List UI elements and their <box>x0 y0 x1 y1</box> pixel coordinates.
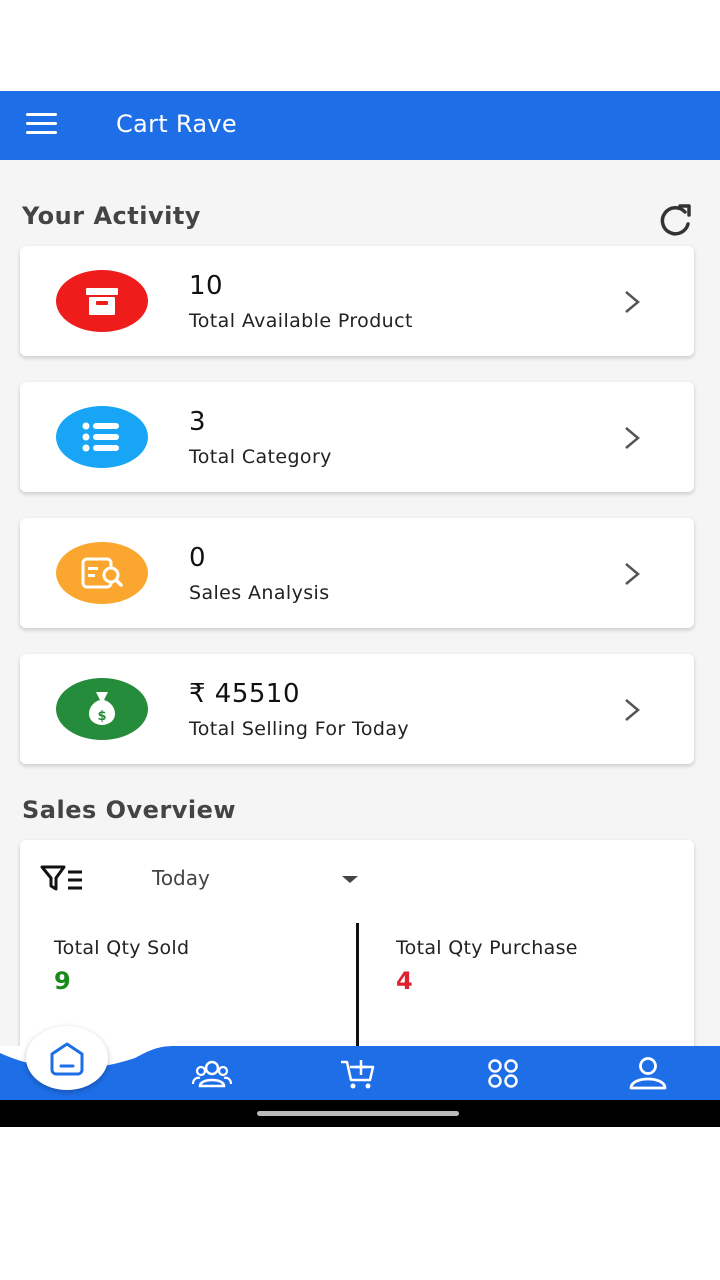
home-indicator[interactable] <box>257 1111 459 1116</box>
app-title: Cart Rave <box>116 110 237 138</box>
card-value: 3 <box>189 407 207 437</box>
stat-value-purchase: 4 <box>396 967 413 995</box>
card-value: 10 <box>189 271 224 301</box>
card-value: 0 <box>189 543 207 573</box>
filter-list-icon[interactable] <box>40 864 86 894</box>
chevron-right-icon <box>625 699 640 721</box>
users-icon[interactable] <box>192 1056 232 1090</box>
card-sales-analysis[interactable]: 0 Sales Analysis <box>20 518 694 628</box>
caret-down-icon <box>342 876 358 883</box>
sales-overview-card: Today Total Qty Sold 9 Total Qty Purchas… <box>20 840 694 1046</box>
cart-add-icon[interactable] <box>338 1056 378 1090</box>
card-value: ₹ 45510 <box>189 679 301 709</box>
card-label: Total Selling For Today <box>189 718 410 740</box>
bottom-navigation <box>0 1018 720 1100</box>
document-search-icon <box>56 542 148 604</box>
chevron-right-icon <box>625 291 640 313</box>
overview-section-title: Sales Overview <box>22 796 237 824</box>
home-icon <box>50 1042 84 1076</box>
card-total-products[interactable]: 10 Total Available Product <box>20 246 694 356</box>
main-content[interactable]: Your Activity 10 Total Available Product <box>0 160 720 1046</box>
card-total-selling[interactable]: $ ₹ 45510 Total Selling For Today <box>20 654 694 764</box>
bottom-blank <box>0 1127 720 1280</box>
stat-value-sold: 9 <box>54 967 71 995</box>
svg-text:$: $ <box>97 709 106 724</box>
activity-section-title: Your Activity <box>22 202 201 230</box>
grid-icon[interactable] <box>483 1056 523 1090</box>
stat-label-sold: Total Qty Sold <box>54 937 190 959</box>
system-navigation-bar <box>0 1100 720 1127</box>
stat-label-purchase: Total Qty Purchase <box>396 937 578 959</box>
card-label: Total Category <box>189 446 332 468</box>
status-area <box>0 0 720 91</box>
card-total-category[interactable]: 3 Total Category <box>20 382 694 492</box>
menu-icon[interactable] <box>24 113 60 137</box>
app-bar: Cart Rave <box>0 91 720 160</box>
period-dropdown-value: Today <box>152 866 210 890</box>
money-bag-icon: $ <box>56 678 148 740</box>
archive-box-icon <box>56 270 148 332</box>
card-label: Sales Analysis <box>189 582 330 604</box>
list-icon <box>56 406 148 468</box>
period-dropdown[interactable]: Today <box>152 866 362 896</box>
card-label: Total Available Product <box>189 310 413 332</box>
refresh-icon[interactable] <box>655 202 695 238</box>
chevron-right-icon <box>625 563 640 585</box>
nav-home-button[interactable] <box>26 1026 108 1090</box>
profile-icon[interactable] <box>628 1056 668 1090</box>
chevron-right-icon <box>625 427 640 449</box>
